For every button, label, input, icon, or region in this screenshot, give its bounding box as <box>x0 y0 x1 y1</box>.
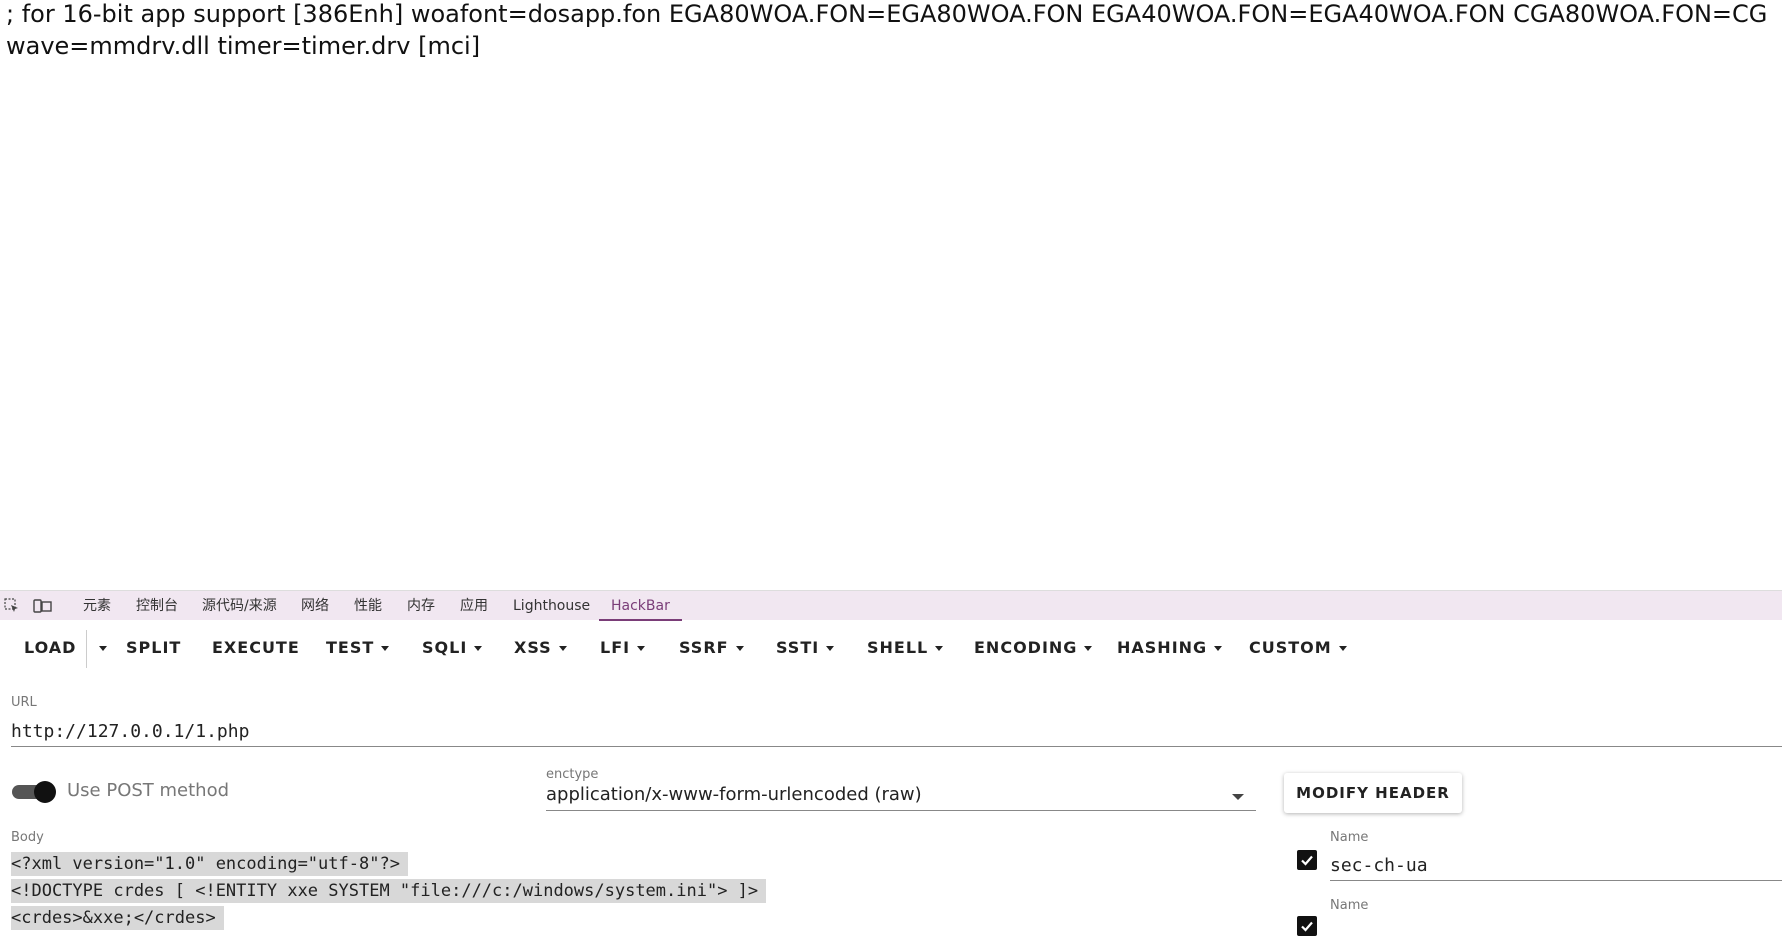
ssrf-menu-button[interactable]: SSRF <box>679 620 744 676</box>
shell-menu-button[interactable]: SHELL <box>867 620 944 676</box>
url-input[interactable] <box>11 716 1782 747</box>
chevron-down-icon <box>826 646 835 651</box>
load-dropdown-button[interactable] <box>92 620 107 676</box>
chevron-down-icon <box>1214 646 1223 651</box>
test-menu-button[interactable]: TEST <box>326 620 390 676</box>
ssrf-menu-label: SSRF <box>679 638 729 657</box>
lfi-menu-label: LFI <box>600 638 631 657</box>
shell-menu-label: SHELL <box>867 638 929 657</box>
url-label: URL <box>11 695 37 710</box>
hashing-menu-label: HASHING <box>1117 638 1208 657</box>
hackbar-toolbar: LOAD SPLIT EXECUTE TEST SQLI XSS LFI SSR… <box>0 620 1782 676</box>
chevron-down-icon <box>474 646 483 651</box>
enctype-select[interactable]: application/x-www-form-urlencoded (raw) <box>546 784 1256 811</box>
enctype-value: application/x-www-form-urlencoded (raw) <box>546 784 922 805</box>
ssti-menu-button[interactable]: SSTI <box>776 620 835 676</box>
xss-menu-button[interactable]: XSS <box>514 620 567 676</box>
post-method-label: Use POST method <box>67 780 230 801</box>
xss-menu-label: XSS <box>514 638 552 657</box>
load-button[interactable]: LOAD <box>24 620 76 676</box>
toolbar-divider <box>86 630 87 668</box>
checkmark-icon <box>1301 921 1313 932</box>
chevron-down-icon <box>381 646 390 651</box>
body-label: Body <box>11 830 44 845</box>
sqli-menu-label: SQLI <box>422 638 468 657</box>
tab-hackbar[interactable]: HackBar <box>599 591 682 621</box>
header-name-label: Name <box>1330 898 1369 913</box>
tab-lighthouse[interactable]: Lighthouse <box>513 591 590 621</box>
tab-application[interactable]: 应用 <box>460 591 488 621</box>
chevron-down-icon <box>637 646 646 651</box>
lfi-menu-button[interactable]: LFI <box>600 620 646 676</box>
chevron-down-icon <box>935 646 944 651</box>
enctype-label: enctype <box>546 767 599 782</box>
page-content: ; for 16-bit app support [386Enh] woafon… <box>0 0 1782 590</box>
modify-header-button[interactable]: MODIFY HEADER <box>1284 773 1462 813</box>
page-text-line: wave=mmdrv.dll timer=timer.drv [mci] <box>6 32 481 60</box>
devtools-tab-bar: 元素 控制台 源代码/来源 网络 性能 内存 应用 Lighthouse Hac… <box>0 590 1782 621</box>
tab-memory[interactable]: 内存 <box>407 591 435 621</box>
tab-performance[interactable]: 性能 <box>354 591 382 621</box>
inspect-element-icon[interactable] <box>3 597 21 615</box>
body-text-line[interactable]: <crdes>&xxe;</crdes> <box>11 906 224 930</box>
toggle-knob <box>34 781 56 803</box>
chevron-down-icon <box>558 646 567 651</box>
test-menu-label: TEST <box>326 638 375 657</box>
chevron-down-icon <box>735 646 744 651</box>
ssti-menu-label: SSTI <box>776 638 820 657</box>
header-enabled-checkbox[interactable] <box>1297 850 1317 870</box>
dropdown-arrow-icon <box>1232 794 1244 800</box>
hashing-menu-button[interactable]: HASHING <box>1117 620 1223 676</box>
chevron-down-icon <box>99 646 107 651</box>
encoding-menu-label: ENCODING <box>974 638 1078 657</box>
custom-menu-label: CUSTOM <box>1249 638 1332 657</box>
tab-console[interactable]: 控制台 <box>136 591 178 621</box>
tab-network[interactable]: 网络 <box>301 591 329 621</box>
tab-elements[interactable]: 元素 <box>83 591 111 621</box>
checkmark-icon <box>1301 855 1313 866</box>
execute-button[interactable]: EXECUTE <box>212 620 300 676</box>
sqli-menu-button[interactable]: SQLI <box>422 620 483 676</box>
header-name-input[interactable] <box>1330 850 1782 881</box>
post-method-toggle[interactable] <box>12 781 56 803</box>
chevron-down-icon <box>1084 646 1093 651</box>
device-toolbar-icon[interactable] <box>33 597 52 615</box>
header-enabled-checkbox[interactable] <box>1297 916 1317 936</box>
tab-sources[interactable]: 源代码/来源 <box>202 591 277 621</box>
chevron-down-icon <box>1338 646 1347 651</box>
body-text-line[interactable]: <!DOCTYPE crdes [ <!ENTITY xxe SYSTEM "f… <box>11 879 767 903</box>
split-button[interactable]: SPLIT <box>126 620 181 676</box>
page-text-line: ; for 16-bit app support [386Enh] woafon… <box>6 0 1768 28</box>
custom-menu-button[interactable]: CUSTOM <box>1249 620 1347 676</box>
header-name-label: Name <box>1330 830 1369 845</box>
body-text-line[interactable]: <?xml version="1.0" encoding="utf-8"?> <box>11 852 408 876</box>
encoding-menu-button[interactable]: ENCODING <box>974 620 1093 676</box>
